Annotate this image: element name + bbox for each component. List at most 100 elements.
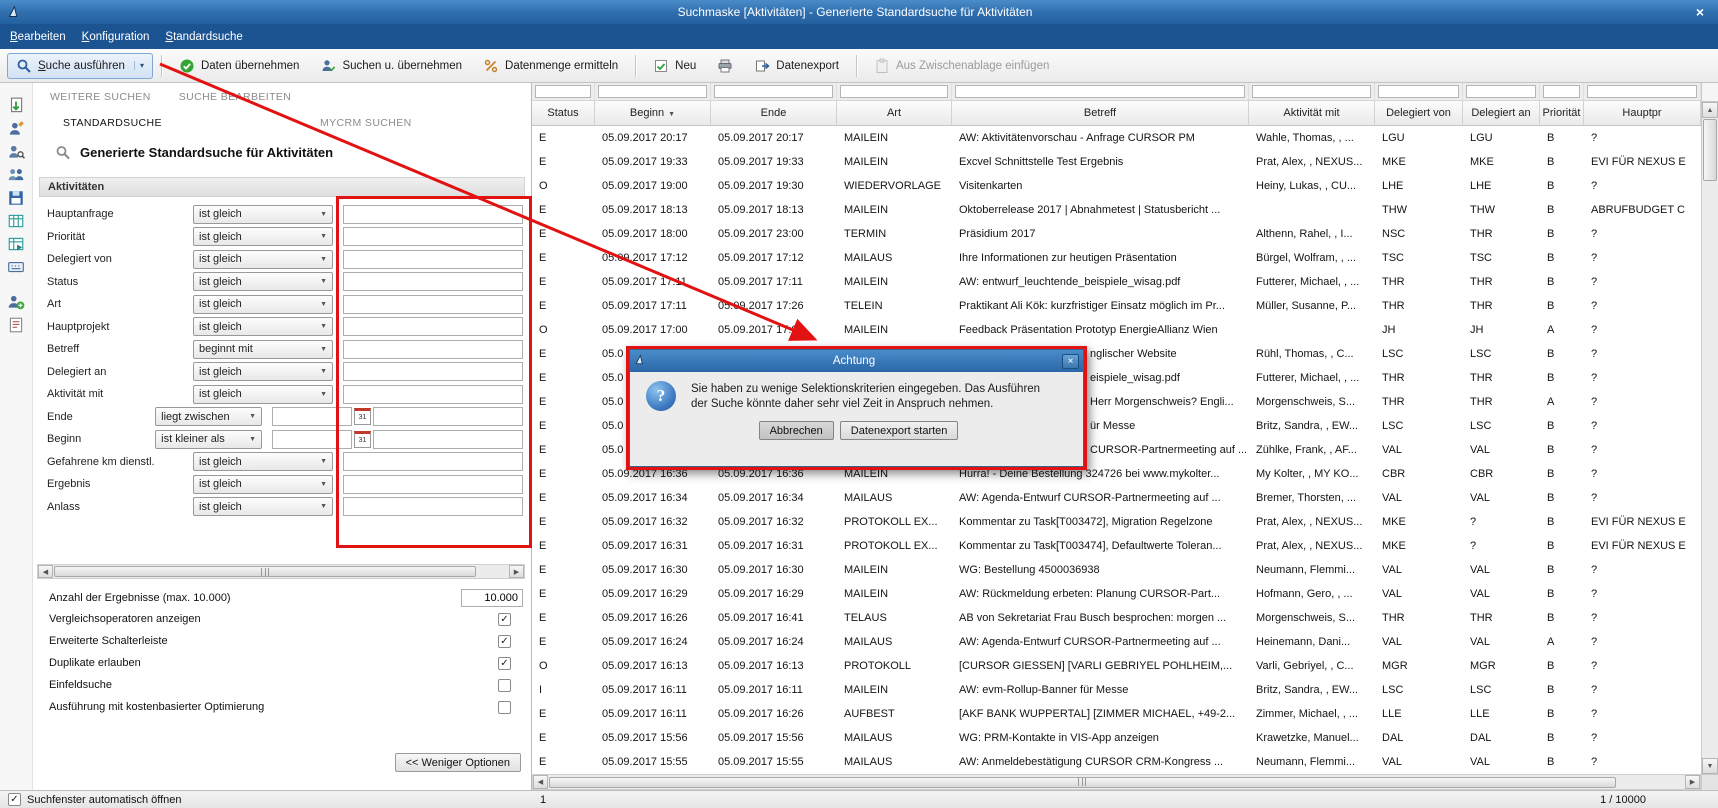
scroll-left-icon[interactable]: ◀ [38,565,53,578]
operator-select[interactable]: beginnt mit [193,340,333,359]
column-filter-input[interactable] [955,85,1245,98]
column-header[interactable]: Status [532,101,595,125]
dialog-close-icon[interactable]: × [1062,354,1079,369]
suche-ausfuehren-button[interactable]: Suche ausführen ▾ [7,53,153,79]
operator-select[interactable]: ist gleich [193,272,333,291]
column-filter-input[interactable] [1378,85,1459,98]
criteria-value-input[interactable] [272,407,352,426]
users-icon[interactable] [7,166,25,184]
print-button[interactable] [708,53,742,79]
scroll-up-icon[interactable]: ▲ [1702,102,1718,118]
scroll-down-icon[interactable]: ▼ [1702,758,1718,774]
criteria-value-input[interactable] [343,317,523,336]
neu-button[interactable]: Neu [644,53,705,79]
operator-select[interactable]: ist gleich [193,385,333,404]
option-checkbox[interactable] [498,701,511,714]
calendar-icon[interactable]: 31 [354,408,371,425]
table-row[interactable]: O 05.09.2017 19:00 05.09.2017 19:30 WIED… [532,174,1701,198]
operator-select[interactable]: liegt zwischen [155,407,262,426]
table-row[interactable]: E 05.09.2017 17:11 05.09.2017 17:26 TELE… [532,294,1701,318]
close-icon[interactable]: × [1688,4,1712,20]
menu-item[interactable]: Standardsuche [165,31,242,43]
datenexport-starten-button[interactable]: Datenexport starten [840,421,959,440]
column-filter-input[interactable] [1587,85,1697,98]
criteria-value-input[interactable] [343,340,523,359]
operator-select[interactable]: ist gleich [193,317,333,336]
daten-uebernehmen-button[interactable]: Daten übernehmen [170,53,308,79]
table-row[interactable]: E 05.09.2017 16:29 05.09.2017 16:29 MAIL… [532,582,1701,606]
criteria-value-input[interactable] [343,497,523,516]
datenexport-button[interactable]: Datenexport [745,53,848,79]
criteria-value-input[interactable] [272,430,352,449]
criteria-value-input[interactable] [343,452,523,471]
column-header[interactable]: Delegiert von [1375,101,1463,125]
column-header[interactable]: Beginn [595,101,711,125]
scrollbar-thumb[interactable] [54,566,476,577]
results-limit-input[interactable] [461,589,523,607]
column-header[interactable]: Aktivität mit [1249,101,1375,125]
weniger-optionen-button[interactable]: << Weniger Optionen [395,753,521,772]
table-row[interactable]: E 05.09.2017 15:56 05.09.2017 15:56 MAIL… [532,726,1701,750]
criteria-value-input-2[interactable] [373,430,523,449]
table-row[interactable]: I 05.09.2017 16:11 05.09.2017 16:11 MAIL… [532,678,1701,702]
column-header[interactable]: Ende [711,101,837,125]
table-row[interactable]: E 05.09.2017 16:32 05.09.2017 16:32 PROT… [532,510,1701,534]
table-row[interactable]: E 05.09.2017 16:26 05.09.2017 16:41 TELA… [532,606,1701,630]
operator-select[interactable]: ist gleich [193,205,333,224]
column-header[interactable]: Hauptpr [1584,101,1701,125]
column-header[interactable]: Priorität [1540,101,1584,125]
scrollbar-thumb[interactable] [549,777,1616,788]
scrollbar-track[interactable] [53,565,509,578]
criteria-value-input-2[interactable] [373,407,523,426]
column-filter-input[interactable] [840,85,948,98]
table-row[interactable]: E 05.09.2017 17:11 05.09.2017 17:11 MAIL… [532,270,1701,294]
scroll-left-icon[interactable]: ◀ [533,775,548,789]
criteria-value-input[interactable] [343,272,523,291]
abbrechen-button[interactable]: Abbrechen [759,421,834,440]
operator-select[interactable]: ist gleich [193,295,333,314]
scrollbar-track[interactable] [1702,182,1718,758]
suchen-uebernehmen-button[interactable]: Suchen u. übernehmen [311,53,471,79]
spreadsheet-icon[interactable] [7,212,25,230]
menu-item[interactable]: Bearbeiten [10,31,66,43]
user-search-icon[interactable] [7,143,25,161]
column-filter-input[interactable] [598,85,707,98]
import-icon[interactable] [7,97,25,115]
column-header[interactable]: Betreff [952,101,1249,125]
table-horizontal-scrollbar[interactable]: ◀ ▶ [532,774,1701,790]
column-config-button[interactable] [1702,83,1718,102]
option-checkbox[interactable] [498,657,511,670]
option-checkbox[interactable] [498,679,511,692]
user-edit-icon[interactable] [7,120,25,138]
notes-icon[interactable] [7,316,25,334]
calendar-icon[interactable]: 31 [354,431,371,448]
operator-select[interactable]: ist gleich [193,362,333,381]
column-filter-input[interactable] [714,85,833,98]
table-row[interactable]: E 05.09.2017 16:31 05.09.2017 16:31 PROT… [532,534,1701,558]
table-row[interactable]: E 05.09.2017 19:33 05.09.2017 19:33 MAIL… [532,150,1701,174]
operator-select[interactable]: ist gleich [193,475,333,494]
tab-standardsuche[interactable]: STANDARDSUCHE [63,117,162,131]
scrollbar-thumb[interactable] [1703,119,1717,181]
operator-select[interactable]: ist gleich [193,227,333,246]
option-checkbox[interactable] [498,613,511,626]
menu-item[interactable]: Konfiguration [82,31,150,43]
panel-horizontal-scrollbar[interactable]: ◀ ▶ [37,564,525,579]
column-filter-input[interactable] [1252,85,1371,98]
keyboard-icon[interactable] [7,258,25,276]
table-row[interactable]: O 05.09.2017 17:00 05.09.2017 17:00 MAIL… [532,318,1701,342]
scroll-right-icon[interactable]: ▶ [1685,775,1700,789]
table-row[interactable]: E 05.09.2017 17:12 05.09.2017 17:12 MAIL… [532,246,1701,270]
tab-mycrm-suchen[interactable]: MYCRM SUCHEN [320,117,412,131]
chevron-down-icon[interactable]: ▾ [134,61,144,70]
scroll-right-icon[interactable]: ▶ [509,565,524,578]
datenmenge-ermitteln-button[interactable]: Datenmenge ermitteln [474,53,627,79]
option-checkbox[interactable] [498,635,511,648]
save-icon[interactable] [7,189,25,207]
operator-select[interactable]: ist gleich [193,452,333,471]
table-row[interactable]: E 05.09.2017 20:17 05.09.2017 20:17 MAIL… [532,126,1701,150]
auto-open-checkbox[interactable] [8,793,21,806]
table-row[interactable]: E 05.09.2017 16:11 05.09.2017 16:26 AUFB… [532,702,1701,726]
table-row[interactable]: E 05.09.2017 18:13 05.09.2017 18:13 MAIL… [532,198,1701,222]
tab-weitere-suchen[interactable]: WEITERE SUCHEN [50,91,151,105]
